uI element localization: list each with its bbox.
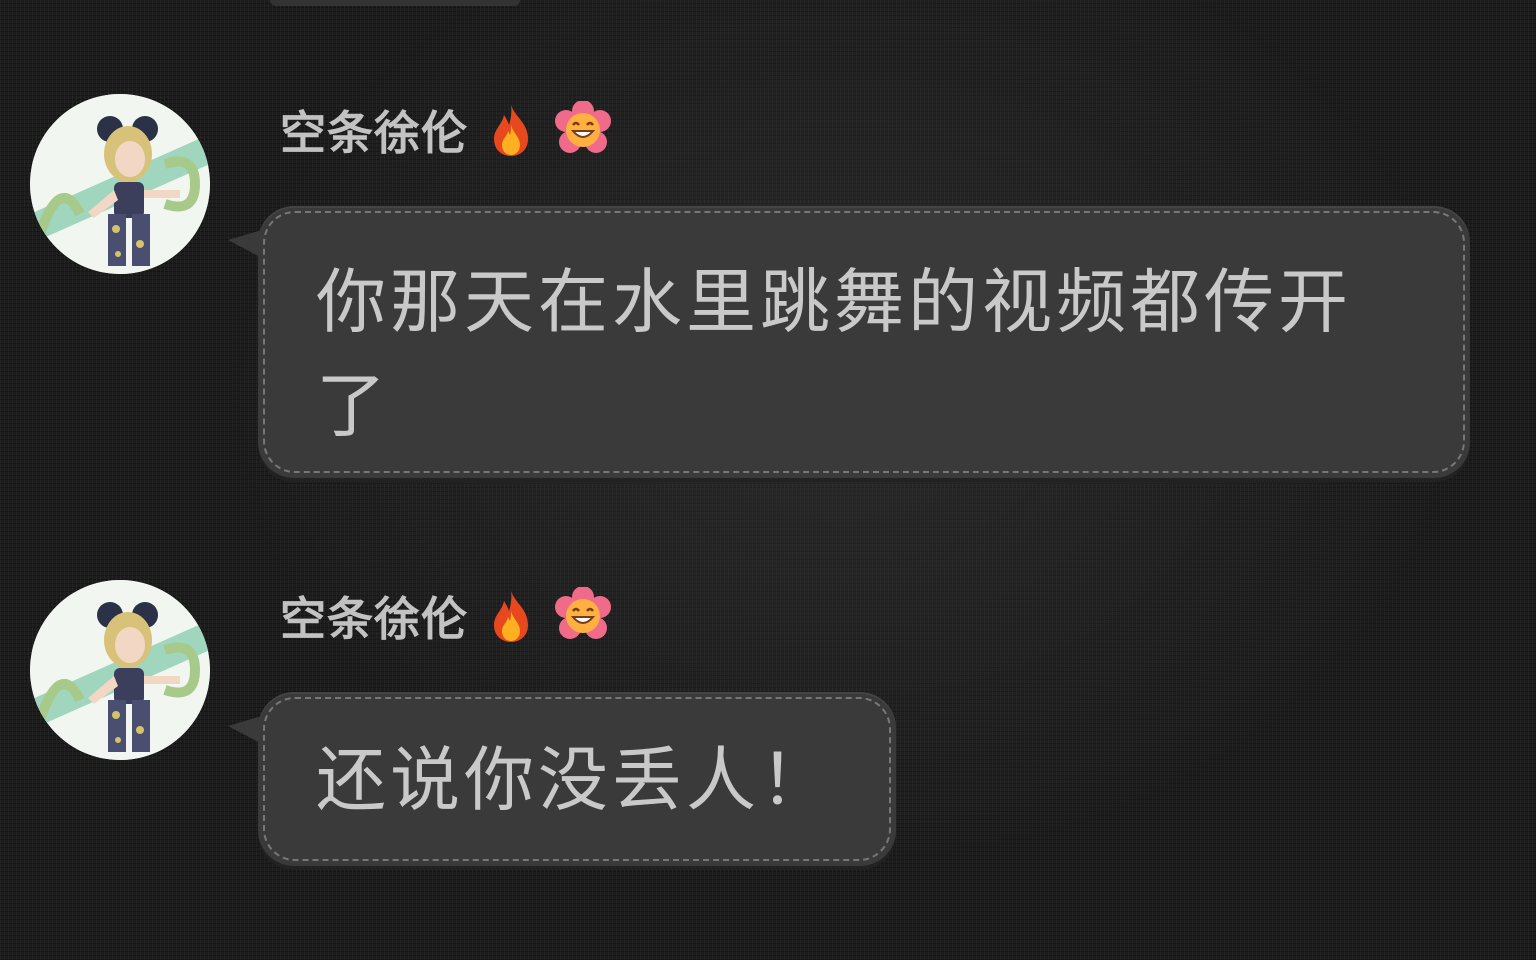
smiling-flower-icon <box>554 587 612 645</box>
chat-message-list[interactable]: 空条徐伦 你那天在水里跳舞的视频都传开了 空条徐伦 还说你没丢人！ <box>0 0 1536 960</box>
avatar[interactable] <box>30 580 210 760</box>
avatar-image <box>30 94 210 274</box>
avatar-image <box>30 580 210 760</box>
fire-icon <box>482 101 540 159</box>
smiling-flower-icon <box>554 101 612 159</box>
sender-name[interactable]: 空条徐伦 <box>280 583 468 649</box>
message-bubble[interactable]: 还说你没丢人！ <box>228 692 896 866</box>
message-text: 还说你没丢人！ <box>316 739 834 821</box>
message-bubble[interactable]: 你那天在水里跳舞的视频都传开了 <box>228 206 1470 478</box>
fire-icon <box>482 587 540 645</box>
message-text: 你那天在水里跳舞的视频都传开了 <box>316 261 1352 447</box>
avatar[interactable] <box>30 94 210 274</box>
sender-name[interactable]: 空条徐伦 <box>280 97 468 163</box>
sender-info: 空条徐伦 <box>280 586 612 646</box>
sender-info: 空条徐伦 <box>280 100 612 160</box>
